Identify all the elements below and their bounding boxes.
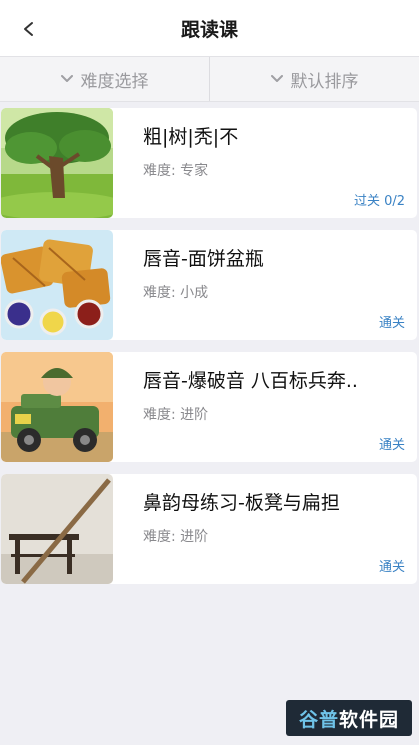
chevron-left-icon bbox=[24, 22, 33, 36]
lesson-difficulty: 难度: 进阶 bbox=[143, 529, 209, 545]
difficulty-filter-dropdown[interactable]: 难度选择 bbox=[0, 57, 209, 101]
watermark-part2: 软件园 bbox=[339, 708, 400, 731]
lesson-status: 通关 bbox=[378, 438, 405, 453]
nav-bar: 跟读课 bbox=[0, 0, 419, 56]
watermark-logo: 谷普 软件园 bbox=[286, 700, 412, 736]
lesson-card[interactable]: 唇音-面饼盆瓶 难度: 小成 通关 bbox=[1, 230, 417, 340]
sort-order-dropdown[interactable]: 默认排序 bbox=[209, 57, 419, 101]
lesson-thumbnail-bench-pole bbox=[1, 474, 113, 584]
lesson-card[interactable]: 粗|树|秃|不 难度: 专家 过关 0/2 bbox=[1, 108, 417, 218]
lesson-status: 通关 bbox=[378, 316, 405, 331]
lesson-status: 通关 bbox=[378, 560, 405, 575]
chevron-down-icon bbox=[60, 75, 73, 82]
lesson-title: 鼻韵母练习-板凳与扁担 bbox=[143, 492, 340, 514]
watermark-part1: 谷普 bbox=[298, 708, 339, 731]
lesson-title: 唇音-面饼盆瓶 bbox=[143, 248, 264, 270]
lesson-status: 过关 0/2 bbox=[353, 194, 405, 209]
lesson-thumbnail-waffles bbox=[1, 230, 113, 340]
lesson-thumbnail-tree bbox=[1, 108, 113, 218]
back-button[interactable] bbox=[14, 14, 44, 44]
lesson-title: 粗|树|秃|不 bbox=[143, 126, 239, 148]
lesson-thumbnail-soldier-jeep bbox=[1, 352, 113, 462]
lesson-difficulty: 难度: 专家 bbox=[143, 163, 209, 179]
filter-bar: 难度选择 默认排序 bbox=[0, 56, 419, 102]
chevron-down-icon bbox=[270, 75, 283, 82]
lesson-card[interactable]: 鼻韵母练习-板凳与扁担 难度: 进阶 通关 bbox=[1, 474, 417, 584]
lesson-difficulty: 难度: 进阶 bbox=[143, 407, 209, 423]
difficulty-filter-label: 难度选择 bbox=[80, 71, 149, 92]
sort-order-label: 默认排序 bbox=[290, 71, 359, 92]
lesson-title: 唇音-爆破音 八百标兵奔.. bbox=[143, 370, 358, 392]
lesson-card[interactable]: 唇音-爆破音 八百标兵奔.. 难度: 进阶 通关 bbox=[1, 352, 417, 462]
lesson-difficulty: 难度: 小成 bbox=[143, 285, 209, 301]
page-title: 跟读课 bbox=[180, 18, 238, 41]
